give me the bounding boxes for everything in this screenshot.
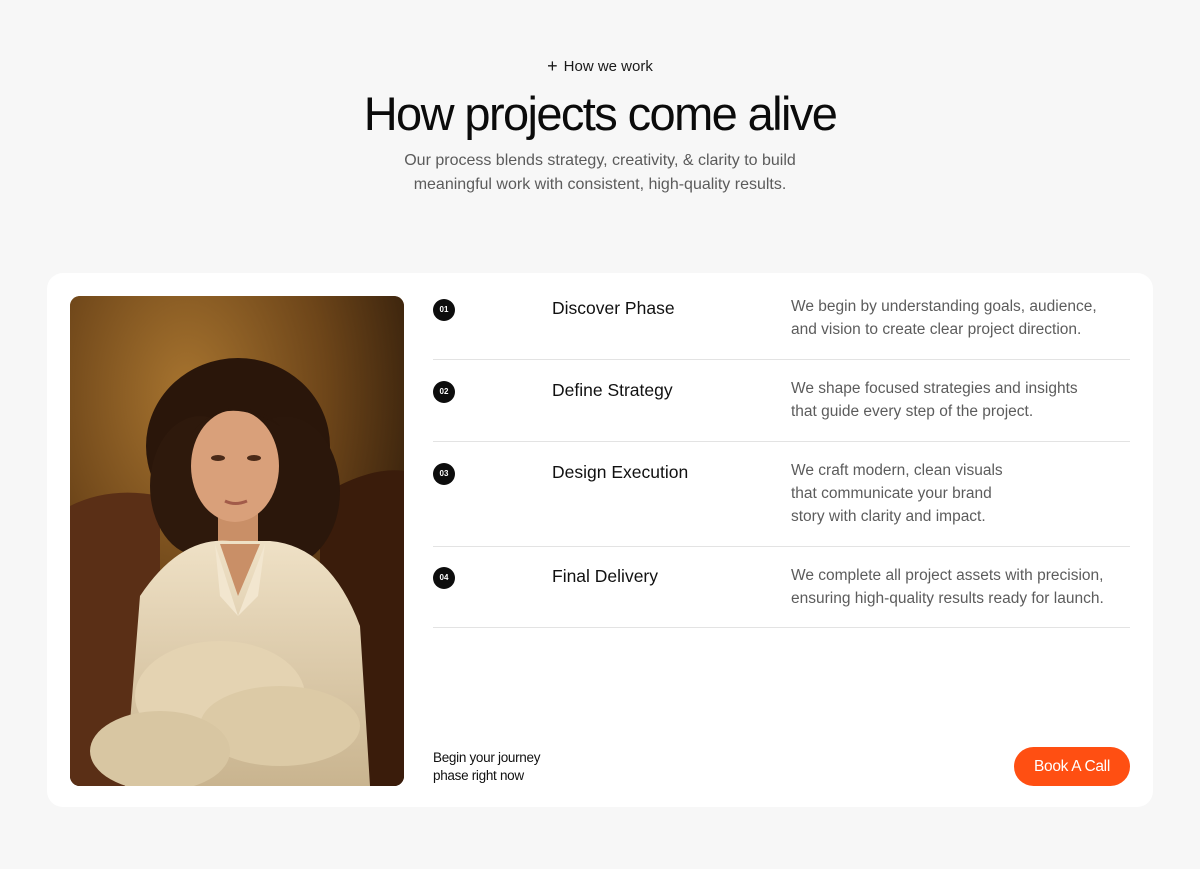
plus-icon: + bbox=[547, 56, 558, 76]
section-eyebrow: + How we work bbox=[0, 56, 1200, 77]
step-description-line: that guide every step of the project. bbox=[791, 403, 1034, 420]
page-title: How projects come alive bbox=[363, 87, 838, 140]
step-discover: 01 Discover Phase We begin by understand… bbox=[433, 273, 1130, 360]
step-number-badge: 03 bbox=[433, 463, 455, 485]
step-title: Final Delivery bbox=[552, 566, 658, 586]
step-title: Design Execution bbox=[552, 462, 689, 482]
step-description-line: story with clarity and impact. bbox=[791, 508, 986, 525]
eyebrow-label: How we work bbox=[563, 58, 653, 75]
step-title: Discover Phase bbox=[552, 298, 675, 318]
step-description: We craft modern, clean visuals that comm… bbox=[791, 459, 1131, 528]
page-subtitle: Our process blends strategy, creativity,… bbox=[350, 149, 850, 196]
step-number-badge: 04 bbox=[433, 567, 455, 589]
process-card: 01 Discover Phase We begin by understand… bbox=[47, 273, 1153, 807]
step-description-line: We begin by understanding goals, audienc… bbox=[791, 298, 1097, 315]
cta-text: Begin your journey phase right now bbox=[433, 749, 540, 785]
step-description: We complete all project assets with prec… bbox=[791, 564, 1131, 610]
step-title: Define Strategy bbox=[552, 380, 673, 400]
step-define-strategy: 02 Define Strategy We shape focused stra… bbox=[433, 360, 1130, 442]
step-final-delivery: 04 Final Delivery We complete all projec… bbox=[433, 547, 1130, 628]
step-description-line: We shape focused strategies and insights bbox=[791, 380, 1078, 397]
book-a-call-button[interactable]: Book A Call bbox=[1014, 747, 1130, 786]
step-design-execution: 03 Design Execution We craft modern, cle… bbox=[433, 442, 1130, 547]
step-description: We shape focused strategies and insights… bbox=[791, 377, 1131, 423]
step-description-line: We craft modern, clean visuals bbox=[791, 462, 1003, 479]
portrait-photo bbox=[70, 296, 404, 786]
cta-text-line: phase right now bbox=[433, 768, 524, 783]
step-number-badge: 01 bbox=[433, 299, 455, 321]
step-description: We begin by understanding goals, audienc… bbox=[791, 295, 1131, 341]
cta-text-line: Begin your journey bbox=[433, 750, 541, 765]
step-description-line: that communicate your brand bbox=[791, 485, 992, 502]
step-description-line: We complete all project assets with prec… bbox=[791, 567, 1104, 584]
subtitle-line: meaningful work with consistent, high-qu… bbox=[413, 175, 787, 193]
subtitle-line: Our process blends strategy, creativity,… bbox=[404, 152, 796, 169]
step-description-line: ensuring high-quality results ready for … bbox=[791, 590, 1104, 607]
step-description-line: and vision to create clear project direc… bbox=[791, 321, 1082, 338]
step-number-badge: 02 bbox=[433, 381, 455, 403]
